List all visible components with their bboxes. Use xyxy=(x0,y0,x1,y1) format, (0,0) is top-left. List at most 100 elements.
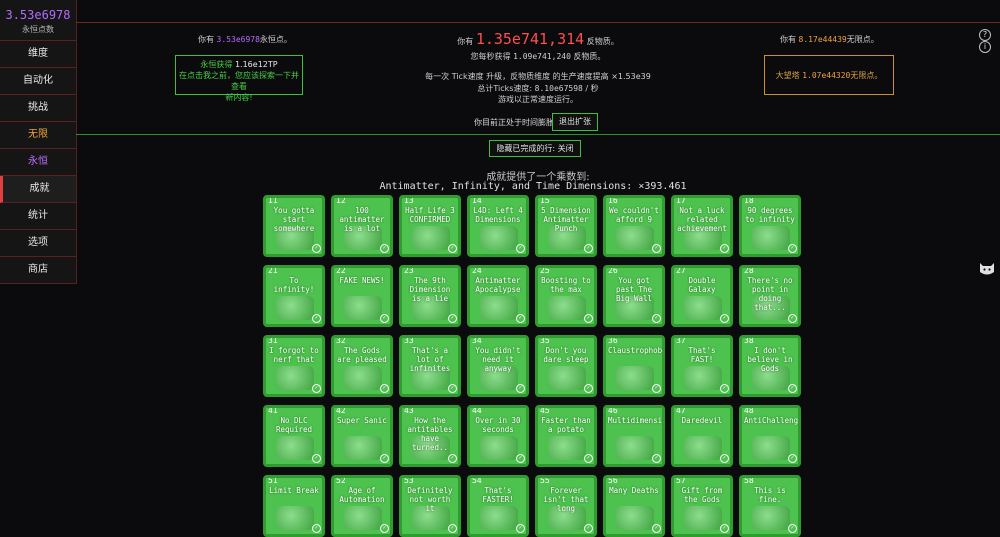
achievement-tile[interactable]: 51 Limit Break ✓ xyxy=(263,475,325,537)
achievement-number: 45 xyxy=(540,406,550,415)
achievement-tile[interactable]: 17 Not a luck related achievement ✓ xyxy=(671,195,733,257)
achievement-tile[interactable]: 16 We couldn't afford 9 ✓ xyxy=(603,195,665,257)
cat-icon[interactable] xyxy=(979,262,995,276)
checkmark-icon: ✓ xyxy=(720,454,729,463)
achievement-art xyxy=(684,436,722,460)
checkmark-icon: ✓ xyxy=(516,454,525,463)
achievement-name: I don't believe in Gods xyxy=(747,346,793,373)
achievement-tile[interactable]: 22 FAKE NEWS! ✓ xyxy=(331,265,393,327)
achievement-tile[interactable]: 41 No DLC Required ✓ xyxy=(263,405,325,467)
achievement-tile[interactable]: 37 That's FAST! ✓ xyxy=(671,335,733,397)
antimatter-rate-suffix: 反物质。 xyxy=(573,52,606,61)
achievement-tile[interactable]: 35 Don't you dare sleep ✓ xyxy=(535,335,597,397)
achievement-tile[interactable]: 21 To infinity! ✓ xyxy=(263,265,325,327)
achievement-tile[interactable]: 54 That's FASTER! ✓ xyxy=(467,475,529,537)
hide-completed-rows-toggle[interactable]: 隐藏已完成的行: 关闭 xyxy=(489,140,581,157)
achievement-number: 42 xyxy=(336,406,346,415)
sidebar-item-8[interactable]: 商店 xyxy=(0,257,76,284)
checkmark-icon: ✓ xyxy=(380,244,389,253)
achievement-art xyxy=(752,436,790,460)
achievement-tile[interactable]: 27 Double Galaxy ✓ xyxy=(671,265,733,327)
checkmark-icon: ✓ xyxy=(448,454,457,463)
checkmark-icon: ✓ xyxy=(312,524,321,533)
antimatter-prefix: 你有 xyxy=(457,37,474,46)
exit-dilation-button[interactable]: 退出扩张 xyxy=(552,113,598,131)
achievement-art xyxy=(412,226,450,250)
achievement-tile[interactable]: 32 The Gods are pleased ✓ xyxy=(331,335,393,397)
achievement-tile[interactable]: 12 100 antimatter is a lot ✓ xyxy=(331,195,393,257)
big-crunch-value: 1.07e44320 xyxy=(802,71,851,80)
achievement-tile[interactable]: 23 The 9th Dimension is a lie ✓ xyxy=(399,265,461,327)
checkmark-icon: ✓ xyxy=(720,314,729,323)
checkmark-icon: ✓ xyxy=(380,384,389,393)
achievement-tile[interactable]: 13 Half Life 3 CONFIRMED ✓ xyxy=(399,195,461,257)
info-icon[interactable]: i xyxy=(979,41,991,53)
achievement-name: That's FASTER! xyxy=(482,486,514,504)
achievement-tile[interactable]: 42 Super Sanic ✓ xyxy=(331,405,393,467)
sidebar-item-6[interactable]: 统计 xyxy=(0,203,76,230)
achievement-number: 51 xyxy=(268,476,278,485)
achievement-name: Double Galaxy xyxy=(688,276,716,294)
achievement-tile[interactable]: 44 Over in 30 seconds ✓ xyxy=(467,405,529,467)
checkmark-icon: ✓ xyxy=(720,244,729,253)
achievement-tile[interactable]: 33 That's a lot of infinites ✓ xyxy=(399,335,461,397)
antimatter-suffix: 反物质。 xyxy=(586,37,619,46)
big-crunch-suffix: 无限点。 xyxy=(850,71,883,80)
achievement-tile[interactable]: 36 Claustrophobic ✓ xyxy=(603,335,665,397)
achievement-name: Limit Break xyxy=(269,486,319,495)
achievement-tile[interactable]: 55 Forever isn't that long ✓ xyxy=(535,475,597,537)
achievement-number: 16 xyxy=(608,196,618,205)
sidebar-item-3[interactable]: 无限 xyxy=(0,122,76,149)
achievement-name: FAKE NEWS! xyxy=(339,276,385,285)
achievement-tile[interactable]: 31 I forgot to nerf that ✓ xyxy=(263,335,325,397)
infinity-suffix: 无限点。 xyxy=(846,35,879,44)
achievement-number: 44 xyxy=(472,406,482,415)
achievement-art xyxy=(344,506,382,530)
achievement-art xyxy=(684,366,722,390)
achievement-art xyxy=(276,296,314,320)
header-divider xyxy=(76,22,1000,23)
checkmark-icon: ✓ xyxy=(652,314,661,323)
achievement-tile[interactable]: 56 Many Deaths ✓ xyxy=(603,475,665,537)
sidebar-item-7[interactable]: 选项 xyxy=(0,230,76,257)
tab-divider xyxy=(76,134,1000,135)
achievement-name: 5 Dimension Antimatter Punch xyxy=(541,206,591,233)
achievement-tile[interactable]: 38 I don't believe in Gods ✓ xyxy=(739,335,801,397)
achievement-tile[interactable]: 15 5 Dimension Antimatter Punch ✓ xyxy=(535,195,597,257)
achievement-tile[interactable]: 24 Antimatter Apocalypse ✓ xyxy=(467,265,529,327)
achievement-art xyxy=(684,506,722,530)
checkmark-icon: ✓ xyxy=(652,454,661,463)
achievement-tile[interactable]: 53 Definitely not worth it ✓ xyxy=(399,475,461,537)
achievement-tile[interactable]: 11 You gotta start somewhere ✓ xyxy=(263,195,325,257)
achievement-tile[interactable]: 45 Faster than a potato ✓ xyxy=(535,405,597,467)
achievement-tile[interactable]: 18 90 degrees to infinity ✓ xyxy=(739,195,801,257)
achievement-tile[interactable]: 34 You didn't need it anyway ✓ xyxy=(467,335,529,397)
achievement-tile[interactable]: 46Multidimensional ✓ xyxy=(603,405,665,467)
achievement-tile[interactable]: 57 Gift from the Gods ✓ xyxy=(671,475,733,537)
checkmark-icon: ✓ xyxy=(720,524,729,533)
achievement-tile[interactable]: 48 AntiChallenged ✓ xyxy=(739,405,801,467)
checkmark-icon: ✓ xyxy=(584,314,593,323)
checkmark-icon: ✓ xyxy=(380,524,389,533)
checkmark-icon: ✓ xyxy=(584,384,593,393)
achievement-tile[interactable]: 47 Daredevil ✓ xyxy=(671,405,733,467)
achievement-number: 37 xyxy=(676,336,686,345)
achievement-multiplier-value: Antimatter, Infinity, and Time Dimension… xyxy=(379,181,687,192)
achievement-tile[interactable]: 25 Boosting to the max ✓ xyxy=(535,265,597,327)
achievement-name: You gotta start somewhere xyxy=(273,206,315,233)
achievement-name: Forever isn't that long xyxy=(543,486,589,513)
achievement-art xyxy=(480,436,518,460)
help-icon[interactable]: ? xyxy=(979,29,991,41)
achievement-tile[interactable]: 26 You got past The Big Wall ✓ xyxy=(603,265,665,327)
checkmark-icon: ✓ xyxy=(788,384,797,393)
achievement-name: You didn't need it anyway xyxy=(475,346,521,373)
achievement-name: Don't you dare sleep xyxy=(543,346,589,364)
checkmark-icon: ✓ xyxy=(448,384,457,393)
achievement-tile[interactable]: 43 How the antitables have turned.. ✓ xyxy=(399,405,461,467)
achievement-tile[interactable]: 58 This is fine. ✓ xyxy=(739,475,801,537)
achievement-art xyxy=(480,296,518,320)
big-crunch-button[interactable]: 大望塔 1.07e44320无限点。 xyxy=(764,55,894,95)
achievement-tile[interactable]: 52 Age of Automation ✓ xyxy=(331,475,393,537)
achievement-tile[interactable]: 14 L4D: Left 4 Dimensions ✓ xyxy=(467,195,529,257)
achievement-tile[interactable]: 28 There's no point in doing that... ✓ xyxy=(739,265,801,327)
